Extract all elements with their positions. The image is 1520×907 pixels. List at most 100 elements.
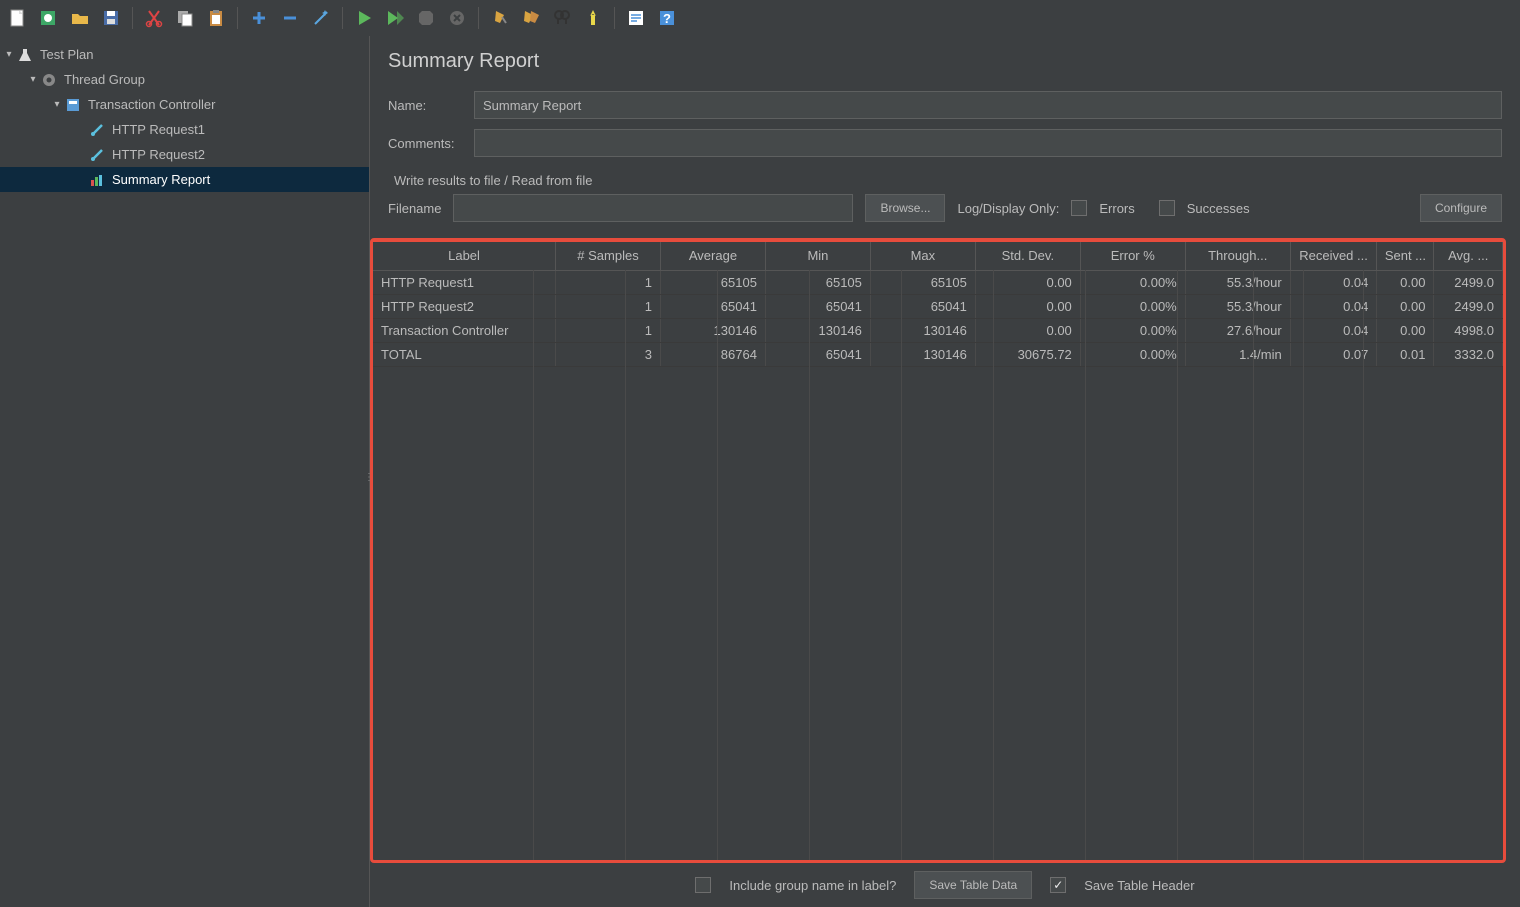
search-icon[interactable] xyxy=(548,4,576,32)
expand-toggle[interactable]: ▾ xyxy=(50,99,64,110)
cut-icon[interactable] xyxy=(140,4,168,32)
tree-item-transaction-controller[interactable]: ▾ Transaction Controller xyxy=(0,92,369,117)
results-table: Label# SamplesAverageMinMaxStd. Dev.Erro… xyxy=(373,242,1503,367)
include-group-label: Include group name in label? xyxy=(729,878,896,893)
tree-item-test-plan[interactable]: ▾ Test Plan xyxy=(0,42,369,67)
gear-icon xyxy=(40,71,58,89)
table-row[interactable]: HTTP Request216504165041650410.000.00%55… xyxy=(373,294,1503,318)
save-table-header-label: Save Table Header xyxy=(1084,878,1194,893)
table-cell: 1 xyxy=(556,318,661,342)
table-header-cell[interactable]: Average xyxy=(660,242,765,270)
table-cell: 65041 xyxy=(660,294,765,318)
browse-button[interactable]: Browse... xyxy=(865,194,945,222)
tree-label: Transaction Controller xyxy=(88,97,215,112)
save-icon[interactable] xyxy=(97,4,125,32)
start-icon[interactable] xyxy=(350,4,378,32)
table-cell: 0.00% xyxy=(1080,342,1185,366)
templates-icon[interactable] xyxy=(35,4,63,32)
table-cell: 65041 xyxy=(765,342,870,366)
table-cell: HTTP Request2 xyxy=(373,294,556,318)
separator xyxy=(614,7,615,29)
table-cell: 27.6/hour xyxy=(1185,318,1290,342)
expand-toggle[interactable]: ▾ xyxy=(2,49,16,60)
tree-item-http-request1[interactable]: HTTP Request1 xyxy=(0,117,369,142)
clear-icon[interactable] xyxy=(486,4,514,32)
configure-button[interactable]: Configure xyxy=(1420,194,1502,222)
table-header-cell[interactable]: Std. Dev. xyxy=(975,242,1080,270)
table-cell: 0.00 xyxy=(1377,270,1434,294)
tree-label: HTTP Request1 xyxy=(112,122,205,137)
table-cell: 0.00 xyxy=(975,294,1080,318)
table-header-row: Label# SamplesAverageMinMaxStd. Dev.Erro… xyxy=(373,242,1503,270)
logdisplay-label: Log/Display Only: xyxy=(957,201,1059,216)
separator xyxy=(342,7,343,29)
table-cell: 65105 xyxy=(870,270,975,294)
page-title: Summary Report xyxy=(388,50,1502,73)
table-cell: HTTP Request1 xyxy=(373,270,556,294)
file-row: Filename Browse... Log/Display Only: Err… xyxy=(388,194,1502,222)
table-header-cell[interactable]: Max xyxy=(870,242,975,270)
table-row[interactable]: TOTAL3867646504113014630675.720.00%1.4/m… xyxy=(373,342,1503,366)
table-cell: 1 xyxy=(556,294,661,318)
help-icon[interactable]: ? xyxy=(653,4,681,32)
shutdown-icon[interactable] xyxy=(443,4,471,32)
name-input[interactable] xyxy=(474,91,1502,119)
tree-item-http-request2[interactable]: HTTP Request2 xyxy=(0,142,369,167)
svg-text:?: ? xyxy=(663,11,671,26)
table-cell: 0.00% xyxy=(1080,318,1185,342)
comments-row: Comments: xyxy=(388,129,1502,157)
table-cell: 0.01 xyxy=(1377,342,1434,366)
open-icon[interactable] xyxy=(66,4,94,32)
results-table-highlight: Label# SamplesAverageMinMaxStd. Dev.Erro… xyxy=(370,238,1506,863)
new-icon[interactable] xyxy=(4,4,32,32)
table-cell: Transaction Controller xyxy=(373,318,556,342)
table-header-cell[interactable]: Received ... xyxy=(1290,242,1377,270)
stop-icon[interactable] xyxy=(412,4,440,32)
report-icon xyxy=(88,171,106,189)
table-cell: 65041 xyxy=(765,294,870,318)
save-table-data-button[interactable]: Save Table Data xyxy=(914,871,1032,899)
filename-input[interactable] xyxy=(453,194,853,222)
table-header-cell[interactable]: Min xyxy=(765,242,870,270)
comments-input[interactable] xyxy=(474,129,1502,157)
table-header-cell[interactable]: Label xyxy=(373,242,556,270)
tree-item-summary-report[interactable]: Summary Report xyxy=(0,167,369,192)
table-row[interactable]: HTTP Request116510565105651050.000.00%55… xyxy=(373,270,1503,294)
sampler-icon xyxy=(88,146,106,164)
successes-checkbox[interactable] xyxy=(1159,200,1175,216)
save-table-header-checkbox[interactable] xyxy=(1050,877,1066,893)
table-header-cell[interactable]: Through... xyxy=(1185,242,1290,270)
clear-all-icon[interactable] xyxy=(517,4,545,32)
table-header-cell[interactable]: Avg. ... xyxy=(1434,242,1503,270)
fn-icon[interactable] xyxy=(579,4,607,32)
copy-icon[interactable] xyxy=(171,4,199,32)
footer-bar: Include group name in label? Save Table … xyxy=(388,863,1502,907)
successes-label: Successes xyxy=(1187,201,1250,216)
table-cell: 55.3/hour xyxy=(1185,294,1290,318)
comments-label: Comments: xyxy=(388,136,474,151)
table-cell: 2499.0 xyxy=(1434,294,1503,318)
table-header-cell[interactable]: # Samples xyxy=(556,242,661,270)
table-cell: 86764 xyxy=(660,342,765,366)
include-group-checkbox[interactable] xyxy=(695,877,711,893)
table-cell: 65105 xyxy=(660,270,765,294)
table-cell: 130146 xyxy=(870,342,975,366)
start-no-pause-icon[interactable] xyxy=(381,4,409,32)
table-row[interactable]: Transaction Controller113014613014613014… xyxy=(373,318,1503,342)
expand-toggle[interactable]: ▾ xyxy=(26,74,40,85)
tree-item-thread-group[interactable]: ▾ Thread Group xyxy=(0,67,369,92)
separator xyxy=(237,7,238,29)
plus-icon[interactable] xyxy=(245,4,273,32)
report-icon[interactable] xyxy=(622,4,650,32)
table-cell: 0.00 xyxy=(1377,294,1434,318)
tree-label: Summary Report xyxy=(112,172,210,187)
content-pane: ⋮ Summary Report Name: Comments: Write r… xyxy=(370,36,1520,907)
wand-icon[interactable] xyxy=(307,4,335,32)
table-cell: 4998.0 xyxy=(1434,318,1503,342)
minus-icon[interactable] xyxy=(276,4,304,32)
table-cell: 55.3/hour xyxy=(1185,270,1290,294)
errors-checkbox[interactable] xyxy=(1071,200,1087,216)
table-header-cell[interactable]: Error % xyxy=(1080,242,1185,270)
table-header-cell[interactable]: Sent ... xyxy=(1377,242,1434,270)
paste-icon[interactable] xyxy=(202,4,230,32)
